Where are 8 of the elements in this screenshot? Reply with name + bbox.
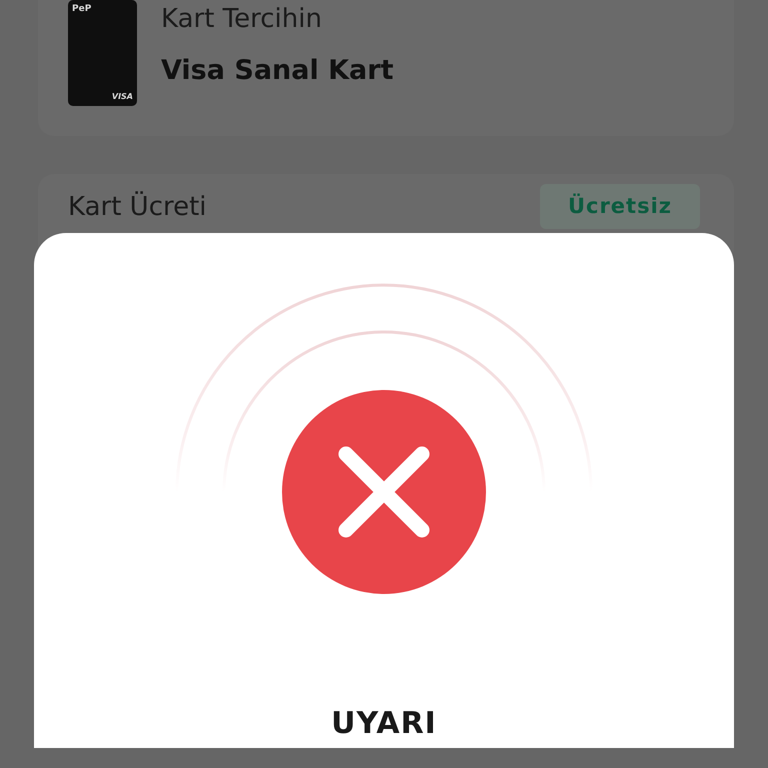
card-preference-value: Visa Sanal Kart — [161, 54, 394, 88]
fee-badge: Ücretsiz — [540, 184, 700, 230]
alert-title: UYARI — [331, 709, 437, 739]
card-network-logo: VISA — [112, 93, 133, 101]
card-preference-label: Kart Tercihin — [161, 4, 323, 36]
error-icon — [282, 390, 486, 594]
card-brand-logo: PeP — [72, 5, 92, 14]
card-fee-label: Kart Ücreti — [68, 192, 207, 224]
